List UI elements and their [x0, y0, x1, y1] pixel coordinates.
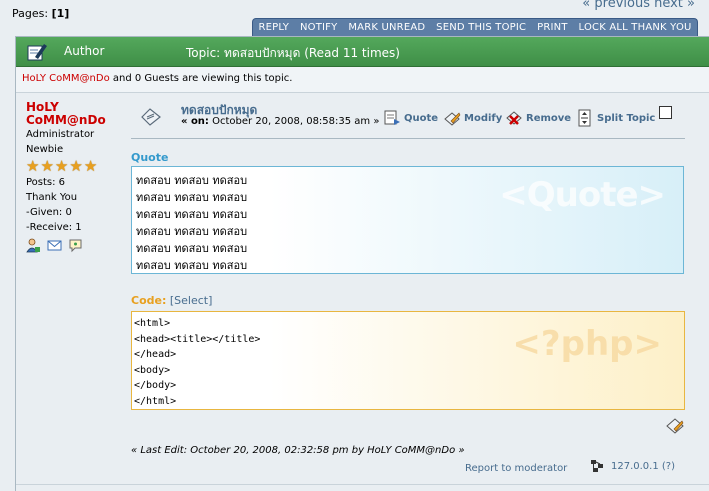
poster-info: HoLY CoMM@nDo Administrator Newbie ★ ★ ★…: [26, 101, 121, 253]
reply-button[interactable]: REPLY: [258, 22, 289, 33]
code-line: </head>: [134, 349, 177, 361]
ip-icon: [591, 460, 603, 472]
code-line: </body>: [134, 380, 177, 392]
remove-button-label: Remove: [526, 112, 572, 124]
previous-link[interactable]: « previous: [582, 0, 650, 11]
send-topic-button[interactable]: SEND THIS TOPIC: [436, 22, 526, 33]
author-column-label: Author: [64, 44, 105, 58]
code-line: </html>: [134, 395, 177, 407]
split-topic-button[interactable]: Split Topic: [576, 109, 655, 127]
code-line: <head><title></title>: [134, 333, 261, 345]
poster-name-line2[interactable]: CoMM@nDo: [26, 113, 106, 127]
viewing-user-link[interactable]: HoLY CoMM@nDo: [22, 73, 110, 84]
poster-given: -Given: 0: [26, 207, 72, 218]
pages-label: Pages:: [12, 7, 49, 20]
quote-line: ทดสอบ ทดสอบ ทดสอบ: [136, 174, 248, 187]
split-topic-icon: [578, 109, 591, 127]
modify-button-label: Modify: [464, 112, 503, 124]
quote-button-label: Quote: [404, 112, 439, 124]
rank-stars: ★ ★ ★ ★ ★: [26, 158, 121, 174]
star-icon: ★: [83, 157, 98, 175]
poster-group: Administrator: [26, 129, 95, 140]
quote-block: <Quote> ทดสอบ ทดสอบ ทดสอบ ทดสอบ ทดสอบ ทด…: [131, 166, 684, 274]
quote-line: ทดสอบ ทดสอบ ทดสอบ: [136, 259, 248, 272]
quick-modify-icon[interactable]: [665, 417, 685, 435]
split-topic-button-label: Split Topic: [597, 112, 656, 124]
topic-toolbar: REPLY NOTIFY MARK UNREAD SEND THIS TOPIC…: [252, 18, 698, 36]
code-label-text: Code:: [131, 294, 167, 307]
poster-rank: Newbie: [26, 144, 64, 155]
post-date-prefix: « on:: [181, 116, 209, 127]
poster-receive: -Receive: 1: [26, 222, 82, 233]
topic-edit-icon: [27, 44, 47, 61]
code-line: <body>: [134, 364, 171, 376]
lock-thank-you-button[interactable]: LOCK ALL THANK YOU: [579, 22, 692, 33]
quote-line: ทดสอบ ทดสอบ ทดสอบ: [136, 242, 248, 255]
current-page[interactable]: [1]: [52, 7, 70, 20]
star-icon: ★: [40, 157, 54, 175]
inline-mod-checkbox[interactable]: [659, 106, 672, 119]
profile-icon[interactable]: [26, 238, 41, 253]
code-block: <?php> <html> <head><title></title> </head…: [131, 311, 685, 410]
quote-watermark: <Quote>: [499, 175, 666, 215]
pagination: Pages: [1]: [12, 7, 69, 20]
post-divider: [131, 138, 685, 139]
last-edit-note: « Last Edit: October 20, 2008, 02:32:58 …: [131, 445, 465, 456]
ip-info: 127.0.0.1 (?): [590, 458, 675, 474]
print-button[interactable]: PRINT: [537, 22, 568, 33]
next-link[interactable]: next »: [654, 0, 695, 11]
poster-name-line1[interactable]: HoLY: [26, 100, 59, 114]
quote-line: ทดสอบ ทดสอบ ทดสอบ: [136, 208, 248, 221]
star-icon: ★: [26, 157, 40, 175]
modify-icon: [444, 112, 461, 126]
code-label: Code: [Select]: [131, 294, 212, 307]
post-date: « on: October 20, 2008, 08:58:35 am »: [181, 116, 379, 127]
personal-message-icon[interactable]: [68, 238, 83, 253]
code-select-link[interactable]: [Select]: [170, 294, 213, 307]
star-icon: ★: [54, 157, 69, 175]
post-bottom-border: [16, 484, 709, 485]
poster-icons: [26, 238, 121, 253]
prev-next-nav: « previous next »: [582, 0, 695, 11]
poster-posts: Posts: 6: [26, 177, 66, 188]
topic-header: Author Topic: ทดสอบปักหมุด (Read 11 time…: [16, 37, 709, 67]
ip-address-link[interactable]: 127.0.0.1 (?): [611, 461, 675, 472]
quote-line: ทดสอบ ทดสอบ ทดสอบ: [136, 225, 248, 238]
viewing-text: and 0 Guests are viewing this topic.: [109, 73, 293, 84]
remove-icon: [506, 111, 522, 125]
poster-name[interactable]: HoLY CoMM@nDo: [26, 101, 121, 127]
topic-title: Topic: ทดสอบปักหมุด (Read 11 times): [186, 46, 400, 60]
mark-unread-button[interactable]: MARK UNREAD: [348, 22, 425, 33]
star-icon: ★: [69, 157, 83, 175]
remove-button[interactable]: Remove: [505, 109, 571, 127]
post-xx-icon: [141, 108, 161, 126]
code-watermark: <?php>: [512, 324, 662, 364]
email-icon[interactable]: [47, 238, 62, 253]
viewing-bar: HoLY CoMM@nDo and 0 Guests are viewing t…: [16, 67, 709, 93]
quote-button[interactable]: Quote: [383, 109, 438, 127]
code-line: <html>: [134, 318, 171, 329]
quote-line: ทดสอบ ทดสอบ ทดสอบ: [136, 191, 248, 204]
modify-button[interactable]: Modify: [443, 109, 502, 127]
notify-button[interactable]: NOTIFY: [300, 22, 337, 33]
post-date-text: October 20, 2008, 08:58:35 am »: [208, 116, 380, 127]
report-to-moderator-link[interactable]: Report to moderator: [465, 463, 567, 474]
quote-icon: [384, 110, 400, 125]
poster-thank-you: Thank You: [26, 192, 78, 203]
quote-label: Quote: [131, 151, 169, 164]
